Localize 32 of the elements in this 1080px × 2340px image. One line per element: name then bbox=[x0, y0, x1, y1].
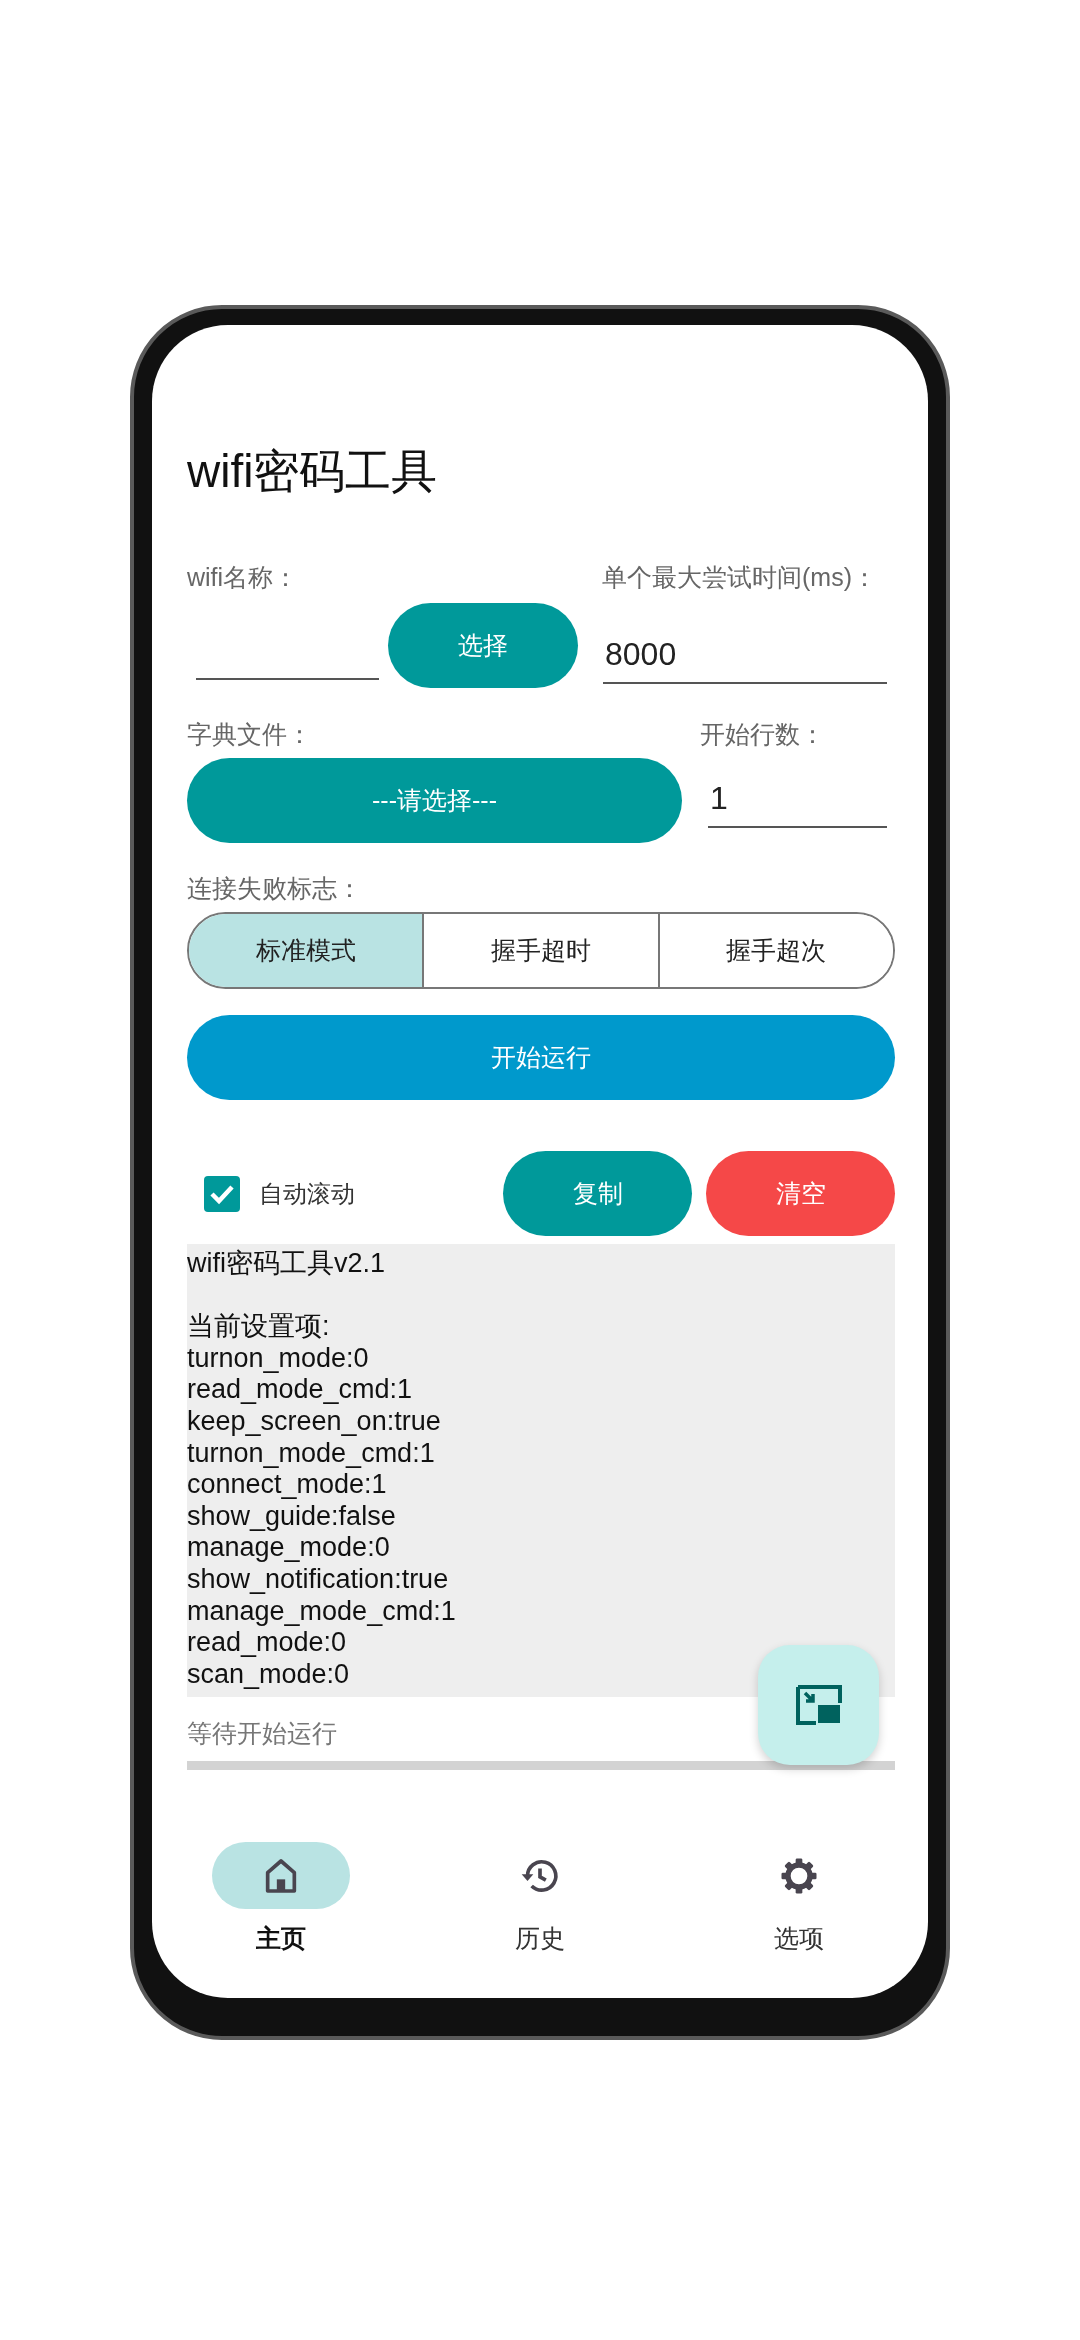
log-line: connect_mode:1 bbox=[187, 1469, 387, 1501]
segment-option[interactable]: 握手超次 bbox=[657, 914, 893, 987]
field-label: 单个最大尝试时间(ms)： bbox=[602, 563, 877, 591]
nav-tab[interactable]: 选项 bbox=[669, 1842, 928, 1955]
log-line: read_mode_cmd:1 bbox=[187, 1374, 413, 1406]
log-line: scan_mode:0 bbox=[187, 1658, 350, 1691]
input-field[interactable]: 1 bbox=[708, 777, 887, 828]
field-label: 连接失败标志： bbox=[187, 874, 362, 902]
checkbox[interactable] bbox=[203, 1174, 241, 1213]
field-label: wifi名称： bbox=[187, 563, 299, 591]
log-line: read_mode:0 bbox=[187, 1627, 347, 1659]
log-line: turnon_mode_cmd:1 bbox=[187, 1437, 435, 1470]
log-line: manage_mode:0 bbox=[187, 1532, 390, 1564]
floating-button[interactable] bbox=[758, 1645, 879, 1765]
minimize-window-icon bbox=[795, 1685, 842, 1725]
checkbox-label: 自动滚动 bbox=[259, 1178, 355, 1209]
log-line: 当前设置项: bbox=[187, 1311, 330, 1343]
log-line: keep_screen_on:true bbox=[187, 1405, 441, 1438]
nav-tab[interactable]: 历史 bbox=[410, 1842, 670, 1955]
clear-button[interactable]: 清空 bbox=[706, 1151, 895, 1236]
status-text: 等待开始运行 bbox=[187, 1718, 337, 1749]
log-line: manage_mode_cmd:1 bbox=[187, 1595, 456, 1628]
segment-option[interactable]: 标准模式 bbox=[189, 914, 423, 987]
log-line: show_notification:true bbox=[187, 1563, 449, 1596]
nav-tab[interactable]: 主页 bbox=[152, 1842, 411, 1955]
field-label: 开始行数： bbox=[700, 720, 825, 748]
log-line: wifi密码工具v2.1 bbox=[187, 1248, 386, 1280]
field-label: 字典文件： bbox=[187, 720, 313, 748]
log-line: show_guide:false bbox=[187, 1500, 396, 1533]
app-title: wifi密码工具 bbox=[187, 447, 439, 495]
input-field[interactable]: 8000 bbox=[603, 633, 887, 684]
log-line: turnon_mode:0 bbox=[187, 1342, 369, 1375]
